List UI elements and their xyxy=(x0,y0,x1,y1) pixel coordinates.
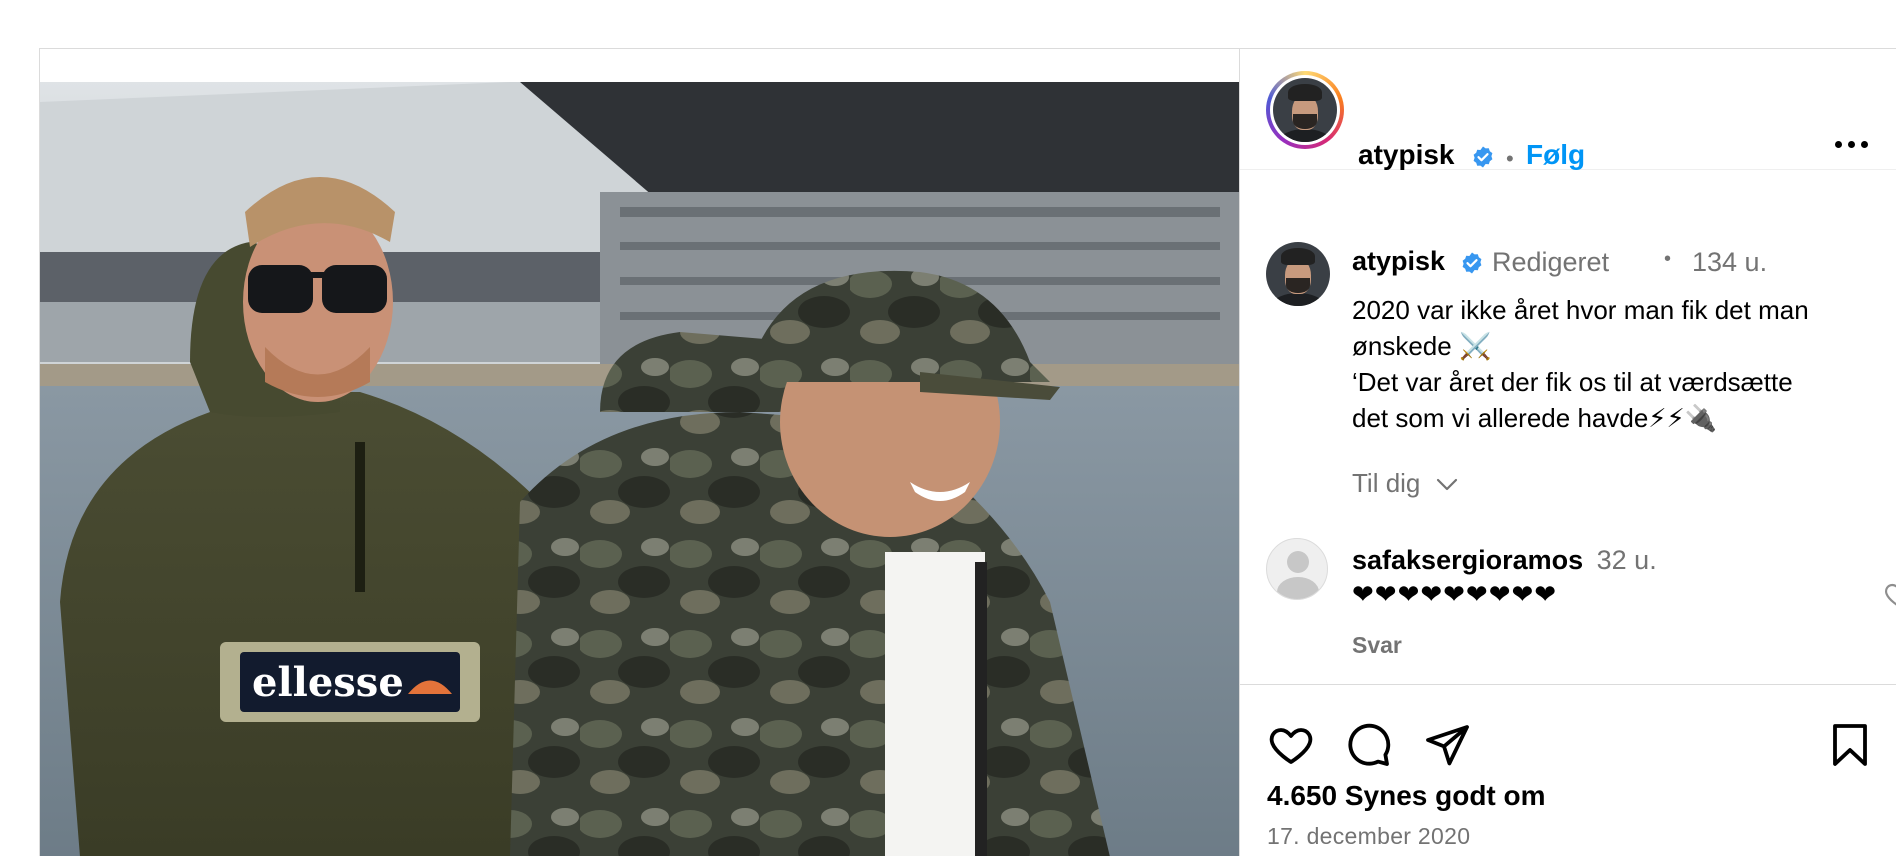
comment-avatar[interactable] xyxy=(1266,538,1328,600)
post-header: atypisk • Følg xyxy=(1240,49,1896,171)
svg-text:ellesse: ellesse xyxy=(252,659,404,706)
separator: • xyxy=(1506,146,1514,171)
caption-username[interactable]: atypisk xyxy=(1352,246,1445,277)
caption-time[interactable]: 134 u. xyxy=(1692,247,1767,278)
verified-badge-icon xyxy=(1462,252,1482,274)
caption-line: ønskede ⚔️ xyxy=(1352,331,1492,361)
comments-filter-dropdown[interactable]: Til dig xyxy=(1352,468,1458,499)
post-card: ellesse atypisk • Følg atypisk Redigeret… xyxy=(39,48,1896,856)
comment-like-heart-icon[interactable] xyxy=(1883,579,1896,611)
bookmark-icon[interactable] xyxy=(1826,721,1874,769)
caption-line: ‘Det var året der fik os til at værdsætt… xyxy=(1352,367,1793,397)
caption-line: det som vi allerede havde⚡⚡🔌 xyxy=(1352,403,1718,433)
post-photo: ellesse xyxy=(40,82,1239,856)
comment-text: ❤❤❤❤❤❤❤❤❤ xyxy=(1352,579,1558,609)
post-date[interactable]: 17. december 2020 xyxy=(1267,823,1470,850)
story-ring[interactable] xyxy=(1266,71,1344,149)
caption-text: 2020 var ikke året hvor man fik det man … xyxy=(1352,292,1872,436)
send-icon[interactable] xyxy=(1423,721,1471,769)
heart-icon[interactable] xyxy=(1267,721,1315,769)
caption-avatar[interactable] xyxy=(1266,242,1330,306)
author-username[interactable]: atypisk xyxy=(1358,139,1455,171)
follow-button[interactable]: Følg xyxy=(1526,139,1585,171)
reply-button[interactable]: Svar xyxy=(1352,632,1402,659)
post-sidebar: atypisk • Følg atypisk Redigeret • 134 u… xyxy=(1239,49,1896,856)
comments-filter-label: Til dig xyxy=(1352,468,1421,498)
chevron-down-icon xyxy=(1436,479,1457,491)
comment-header: safaksergioramos 32 u. xyxy=(1352,542,1657,578)
comment-username[interactable]: safaksergioramos xyxy=(1352,545,1583,575)
separator: • xyxy=(1664,248,1672,270)
comment-time[interactable]: 32 u. xyxy=(1597,545,1657,575)
avatar xyxy=(1273,78,1337,142)
caption-line: 2020 var ikke året hvor man fik det man xyxy=(1352,295,1809,325)
edited-label: Redigeret xyxy=(1492,247,1610,277)
comment-icon[interactable] xyxy=(1344,721,1392,769)
more-options-icon[interactable] xyxy=(1835,141,1869,149)
likes-count[interactable]: 4.650 Synes godt om xyxy=(1267,780,1546,812)
page: ellesse atypisk • Følg atypisk Redigeret… xyxy=(0,0,1896,856)
verified-badge-icon xyxy=(1473,146,1493,168)
post-actions: 4.650 Synes godt om 17. december 2020 xyxy=(1240,684,1896,856)
post-image[interactable]: ellesse xyxy=(40,82,1239,856)
